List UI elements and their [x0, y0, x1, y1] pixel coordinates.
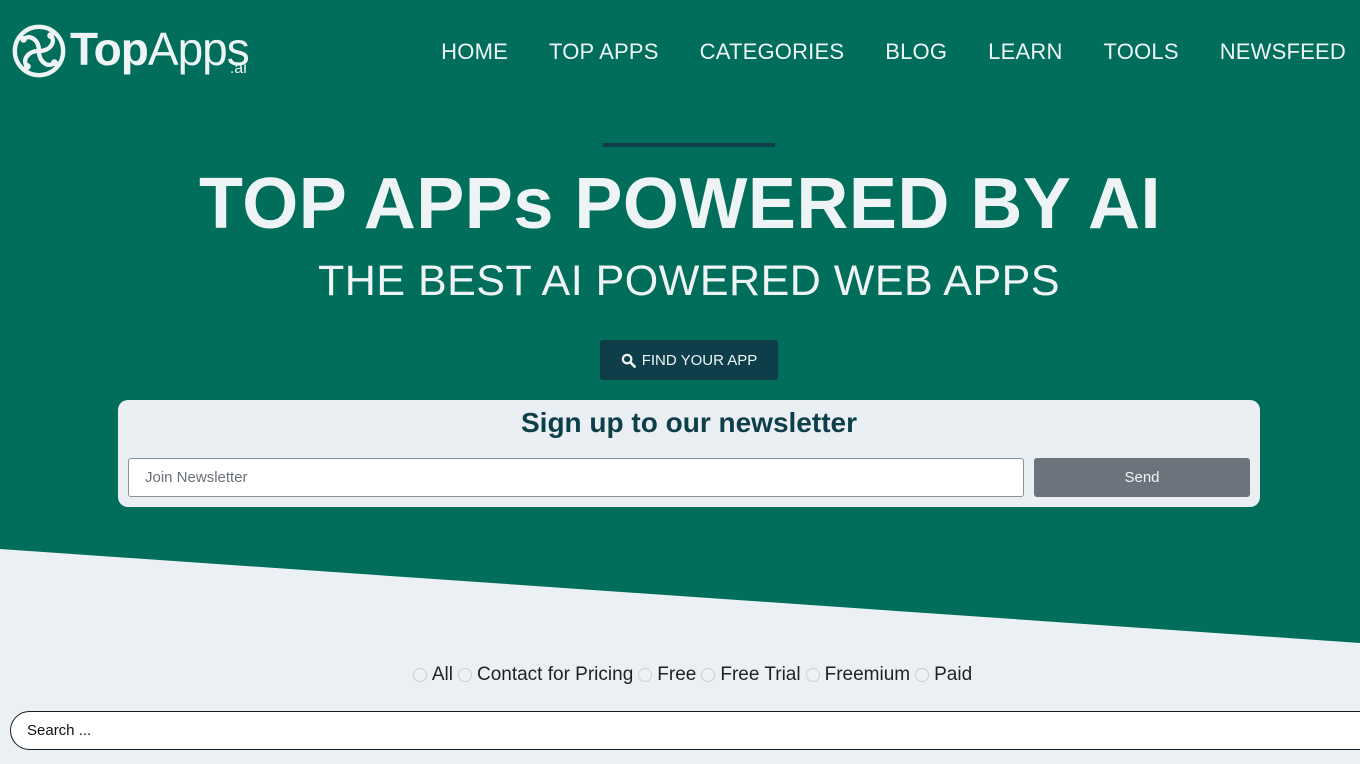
radio-freemium[interactable]: [805, 668, 820, 682]
site-header: TopApps .ai HOME TOP APPS CATEGORIES BLO…: [0, 0, 1360, 104]
nav-newsfeed[interactable]: NEWSFEED: [1220, 38, 1346, 66]
logo-suffix: .ai: [229, 60, 247, 77]
newsletter-heading: Sign up to our newsletter: [520, 407, 857, 438]
filter-free-trial-label: Free Trial: [720, 664, 801, 685]
main-nav: HOME TOP APPS CATEGORIES BLOG LEARN TOOL…: [400, 38, 1346, 66]
hero-divider: [603, 143, 775, 147]
find-your-app-button[interactable]: FIND YOUR APP: [600, 340, 778, 380]
filter-paid[interactable]: Paid: [910, 664, 972, 686]
filter-free[interactable]: Free: [633, 664, 696, 686]
logo-swirl-icon: [12, 24, 66, 78]
radio-paid[interactable]: [915, 668, 930, 682]
nav-learn[interactable]: LEARN: [988, 38, 1062, 66]
newsletter-email-input[interactable]: [128, 458, 1024, 497]
radio-free[interactable]: [638, 668, 653, 682]
site-logo[interactable]: TopApps .ai: [10, 22, 250, 82]
newsletter-box: Sign up to our newsletter Send: [118, 400, 1260, 507]
filter-freemium[interactable]: Freemium: [801, 664, 911, 686]
filter-free-trial[interactable]: Free Trial: [696, 664, 801, 686]
hero-title: TOP APPs POWERED BY AI: [199, 164, 1161, 244]
radio-free-trial[interactable]: [701, 668, 716, 682]
filter-all-label: All: [431, 664, 453, 685]
filter-contact-for-pricing-label: Contact for Pricing: [476, 664, 634, 685]
radio-contact-for-pricing[interactable]: [457, 668, 472, 682]
filter-all[interactable]: All: [408, 664, 453, 686]
filter-paid-label: Paid: [934, 664, 973, 685]
filter-contact-for-pricing[interactable]: Contact for Pricing: [453, 664, 633, 686]
pricing-filter-group: All Contact for Pricing Free Free Trial …: [0, 664, 1360, 686]
nav-top-apps[interactable]: TOP APPS: [549, 38, 659, 66]
hero-subtitle: THE BEST AI POWERED WEB APPS: [318, 257, 1060, 305]
nav-home[interactable]: HOME: [441, 38, 508, 66]
find-your-app-label: FIND YOUR APP: [641, 351, 758, 369]
logo-wordmark: TopApps .ai: [70, 23, 250, 77]
nav-blog[interactable]: BLOG: [885, 38, 947, 66]
search-icon: [621, 353, 636, 368]
nav-tools[interactable]: TOOLS: [1104, 38, 1179, 66]
filter-freemium-label: Freemium: [824, 664, 911, 685]
radio-all[interactable]: [412, 668, 427, 682]
nav-categories[interactable]: CATEGORIES: [700, 38, 845, 66]
filter-free-label: Free: [657, 664, 697, 685]
logo-text-bold: Top: [70, 23, 149, 75]
app-search-input[interactable]: [10, 711, 1360, 750]
newsletter-send-button[interactable]: Send: [1034, 458, 1250, 497]
